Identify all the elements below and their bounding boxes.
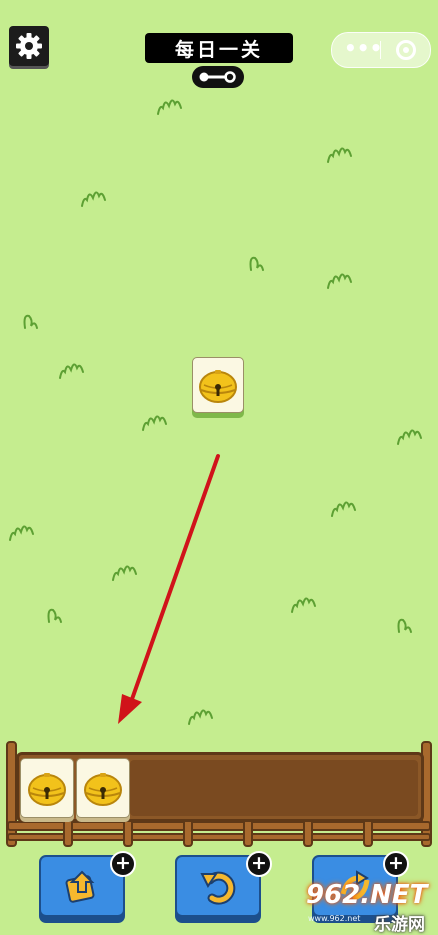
undo-icon xyxy=(200,871,236,905)
tray-tile xyxy=(76,758,130,818)
watermark-url: www.962.net xyxy=(308,914,361,923)
bell-icon xyxy=(84,773,122,806)
bell-icon xyxy=(28,773,66,806)
remove-tiles-add-badge[interactable]: + xyxy=(110,851,136,877)
site-watermark: 962.NET www.962.net 乐游网 xyxy=(296,878,436,935)
shuffle-add-badge[interactable]: + xyxy=(383,851,409,877)
tray-tile xyxy=(20,758,74,818)
move-out-icon xyxy=(65,870,95,903)
watermark-logo: 962.NET xyxy=(306,880,428,910)
empty-slots xyxy=(130,760,418,816)
undo-add-badge[interactable]: + xyxy=(246,851,272,877)
watermark-subtitle: 乐游网 xyxy=(374,915,425,935)
